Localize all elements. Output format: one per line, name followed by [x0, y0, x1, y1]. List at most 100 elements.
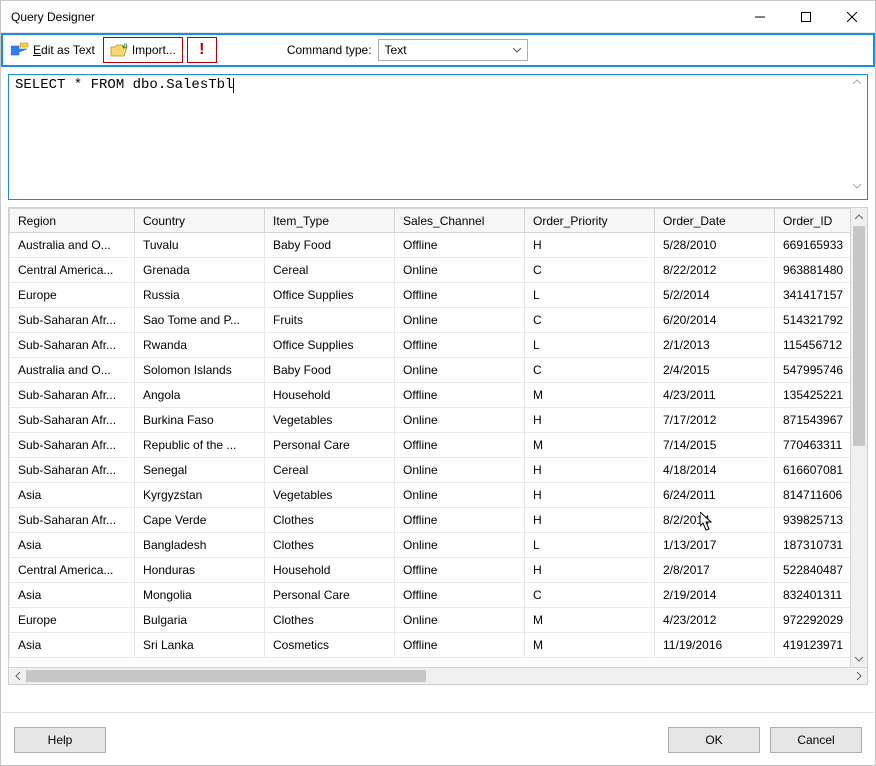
table-cell: 7/14/2015	[655, 433, 775, 458]
column-header[interactable]: Sales_Channel	[395, 209, 525, 233]
table-cell: Offline	[395, 633, 525, 658]
table-cell: 5/28/2010	[655, 233, 775, 258]
scroll-down-button[interactable]	[851, 650, 867, 667]
table-row[interactable]: Sub-Saharan Afr...Sao Tome and P...Fruit…	[10, 308, 851, 333]
table-row[interactable]: Central America...HondurasHouseholdOffli…	[10, 558, 851, 583]
column-header[interactable]: Order_ID	[775, 209, 851, 233]
table-cell: M	[525, 608, 655, 633]
table-row[interactable]: Sub-Saharan Afr...AngolaHouseholdOffline…	[10, 383, 851, 408]
table-row[interactable]: Sub-Saharan Afr...Burkina FasoVegetables…	[10, 408, 851, 433]
table-cell: Kyrgyzstan	[135, 483, 265, 508]
scrollbar-thumb[interactable]	[853, 226, 865, 446]
table-cell: Clothes	[265, 533, 395, 558]
table-cell: Senegal	[135, 458, 265, 483]
table-row[interactable]: AsiaMongoliaPersonal CareOfflineC2/19/20…	[10, 583, 851, 608]
table-cell: Clothes	[265, 508, 395, 533]
results-table: RegionCountryItem_TypeSales_ChannelOrder…	[9, 208, 850, 658]
table-row[interactable]: Australia and O...Solomon IslandsBaby Fo…	[10, 358, 851, 383]
table-cell: Clothes	[265, 608, 395, 633]
table-cell: Bulgaria	[135, 608, 265, 633]
cancel-button[interactable]: Cancel	[770, 727, 862, 753]
table-cell: Vegetables	[265, 483, 395, 508]
table-cell: Vegetables	[265, 408, 395, 433]
execute-button[interactable]: !	[187, 37, 217, 63]
table-cell: Offline	[395, 383, 525, 408]
scrollbar-thumb[interactable]	[26, 670, 426, 682]
table-row[interactable]: Sub-Saharan Afr...RwandaOffice SuppliesO…	[10, 333, 851, 358]
table-cell: Rwanda	[135, 333, 265, 358]
table-cell: M	[525, 383, 655, 408]
table-cell: Household	[265, 383, 395, 408]
command-type-combo[interactable]: Text	[378, 39, 528, 61]
table-row[interactable]: Sub-Saharan Afr...Cape VerdeClothesOffli…	[10, 508, 851, 533]
import-button[interactable]: Import...	[103, 37, 183, 63]
table-row[interactable]: Australia and O...TuvaluBaby FoodOffline…	[10, 233, 851, 258]
table-cell: Office Supplies	[265, 283, 395, 308]
table-cell: 832401311	[775, 583, 851, 608]
column-header[interactable]: Order_Date	[655, 209, 775, 233]
table-cell: Cape Verde	[135, 508, 265, 533]
column-header[interactable]: Country	[135, 209, 265, 233]
maximize-button[interactable]	[783, 1, 829, 32]
edit-text-icon	[11, 42, 29, 58]
table-row[interactable]: EuropeBulgariaClothesOnlineM4/23/2012972…	[10, 608, 851, 633]
scroll-up-button[interactable]	[851, 208, 867, 225]
import-label: Import...	[132, 43, 176, 57]
table-cell: Republic of the ...	[135, 433, 265, 458]
query-textarea[interactable]: SELECT * FROM dbo.SalesTbl	[8, 74, 868, 200]
query-text: SELECT * FROM dbo.SalesTbl	[15, 77, 233, 93]
table-row[interactable]: AsiaSri LankaCosmeticsOfflineM11/19/2016…	[10, 633, 851, 658]
column-header[interactable]: Order_Priority	[525, 209, 655, 233]
table-cell: L	[525, 533, 655, 558]
table-cell: H	[525, 458, 655, 483]
table-cell: Fruits	[265, 308, 395, 333]
minimize-button[interactable]	[737, 1, 783, 32]
table-row[interactable]: Sub-Saharan Afr...Republic of the ...Per…	[10, 433, 851, 458]
edit-as-text-label: Edit as Text	[33, 43, 95, 57]
column-header[interactable]: Item_Type	[265, 209, 395, 233]
help-button[interactable]: Help	[14, 727, 106, 753]
table-cell: Personal Care	[265, 583, 395, 608]
chevron-down-icon	[513, 43, 521, 57]
close-button[interactable]	[829, 1, 875, 32]
ok-button[interactable]: OK	[668, 727, 760, 753]
table-cell: M	[525, 433, 655, 458]
table-cell: Honduras	[135, 558, 265, 583]
table-cell: Australia and O...	[10, 358, 135, 383]
table-row[interactable]: EuropeRussiaOffice SuppliesOfflineL5/2/2…	[10, 283, 851, 308]
table-cell: 616607081	[775, 458, 851, 483]
table-row[interactable]: Central America...GrenadaCerealOnlineC8/…	[10, 258, 851, 283]
table-cell: Online	[395, 308, 525, 333]
scroll-up-button[interactable]	[849, 77, 865, 93]
table-cell: Central America...	[10, 558, 135, 583]
table-cell: 2/4/2015	[655, 358, 775, 383]
table-cell: 419123971	[775, 633, 851, 658]
table-row[interactable]: AsiaBangladeshClothesOnlineL1/13/2017187…	[10, 533, 851, 558]
scroll-down-button[interactable]	[849, 181, 865, 197]
table-cell: Sao Tome and P...	[135, 308, 265, 333]
table-cell: Baby Food	[265, 358, 395, 383]
scroll-left-button[interactable]	[9, 668, 26, 684]
window-controls	[737, 1, 875, 32]
table-cell: 2/8/2017	[655, 558, 775, 583]
horizontal-scrollbar[interactable]	[9, 667, 867, 684]
edit-as-text-button[interactable]: Edit as Text	[5, 37, 101, 63]
table-cell: Cosmetics	[265, 633, 395, 658]
table-cell: Solomon Islands	[135, 358, 265, 383]
table-cell: Online	[395, 483, 525, 508]
table-cell: 115456712	[775, 333, 851, 358]
table-cell: Online	[395, 458, 525, 483]
exclamation-icon: !	[199, 43, 204, 57]
table-row[interactable]: Sub-Saharan Afr...SenegalCerealOnlineH4/…	[10, 458, 851, 483]
column-header[interactable]: Region	[10, 209, 135, 233]
vertical-scrollbar[interactable]	[850, 208, 867, 667]
table-cell: Baby Food	[265, 233, 395, 258]
table-cell: Sri Lanka	[135, 633, 265, 658]
table-cell: Asia	[10, 583, 135, 608]
scroll-right-button[interactable]	[850, 668, 867, 684]
table-cell: Offline	[395, 433, 525, 458]
table-row[interactable]: AsiaKyrgyzstanVegetablesOnlineH6/24/2011…	[10, 483, 851, 508]
titlebar: Query Designer	[1, 1, 875, 33]
table-cell: Grenada	[135, 258, 265, 283]
table-cell: H	[525, 483, 655, 508]
